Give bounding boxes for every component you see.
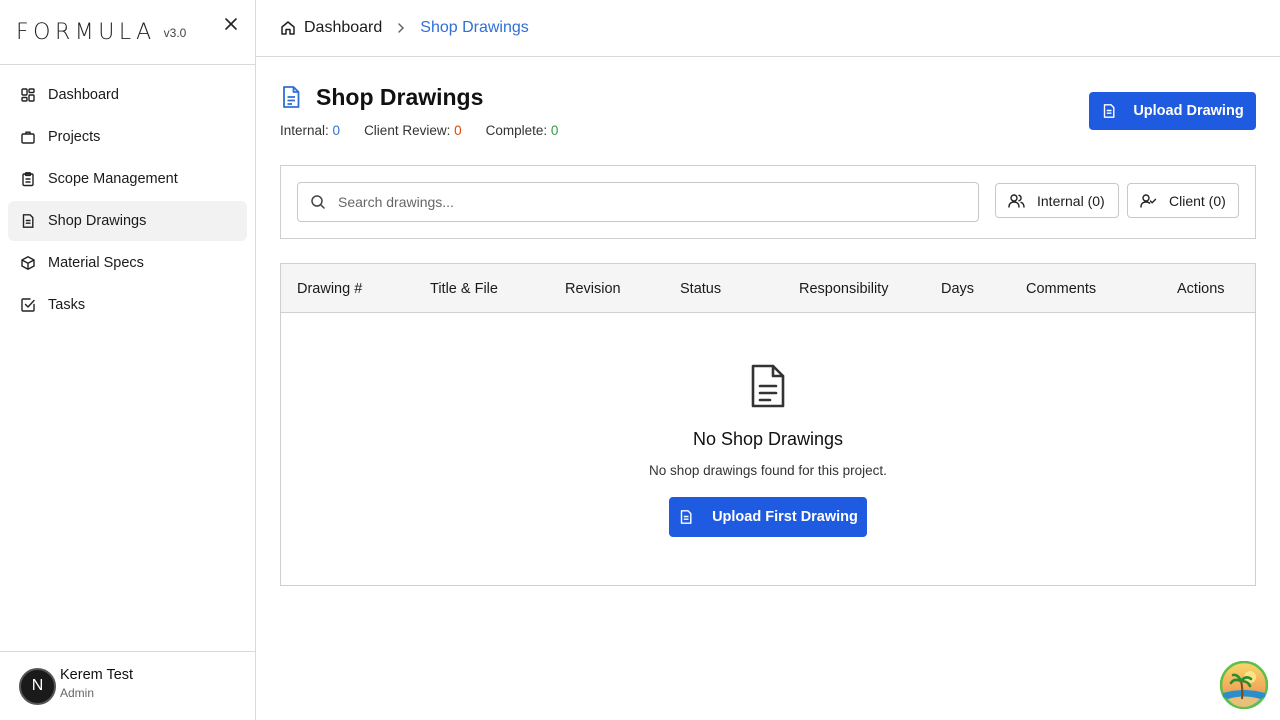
sidebar-item-material-specs[interactable]: Material Specs — [8, 243, 247, 283]
upload-drawing-button[interactable]: Upload Drawing — [1089, 92, 1256, 130]
chevron-right-icon — [396, 22, 406, 34]
column-header-revision[interactable]: Revision — [565, 264, 621, 313]
column-header-status[interactable]: Status — [680, 264, 721, 313]
upload-first-drawing-button[interactable]: Upload First Drawing — [669, 497, 867, 537]
sidebar-item-label: Projects — [48, 129, 101, 145]
grid-icon — [20, 87, 36, 103]
count-internal: Internal: 0 — [280, 123, 341, 138]
upload-first-drawing-label: Upload First Drawing — [712, 509, 858, 525]
check-square-icon — [20, 297, 36, 313]
filter-internal-label: Internal (0) — [1037, 192, 1105, 209]
upload-drawing-label: Upload Drawing — [1133, 103, 1244, 119]
count-internal-value: 0 — [332, 123, 341, 138]
table-header: Drawing # Title & File Revision Status R… — [281, 264, 1255, 313]
sidebar-item-label: Material Specs — [48, 255, 144, 271]
empty-state-subtitle: No shop drawings found for this project. — [649, 463, 887, 478]
user-name: Kerem Test — [60, 666, 134, 683]
home-icon — [281, 21, 295, 35]
search-input[interactable] — [338, 194, 938, 210]
drawings-table: Drawing # Title & File Revision Status R… — [280, 263, 1256, 586]
filter-client-button[interactable]: Client (0) — [1127, 183, 1239, 218]
sidebar-item-label: Scope Management — [48, 171, 178, 187]
sidebar-item-projects[interactable]: Projects — [8, 117, 247, 157]
sidebar-item-label: Shop Drawings — [48, 213, 147, 229]
users-icon — [1008, 193, 1025, 208]
clipboard-icon — [20, 171, 36, 187]
column-header-drawing-number[interactable]: Drawing # — [297, 264, 362, 313]
file-text-icon — [280, 85, 302, 114]
column-header-title-file[interactable]: Title & File — [430, 264, 498, 313]
sidebar-nav: Dashboard Projects Scope Management Shop… — [0, 65, 255, 325]
file-text-icon — [20, 213, 36, 229]
column-header-days[interactable]: Days — [941, 264, 974, 313]
count-client-review: Client Review: 0 — [364, 123, 462, 138]
column-header-comments[interactable]: Comments — [1026, 264, 1096, 313]
column-header-responsibility[interactable]: Responsibility — [799, 264, 888, 313]
brand-version: v3.0 — [163, 26, 187, 40]
count-complete-value: 0 — [550, 123, 559, 138]
user-profile[interactable]: N Kerem Test Admin — [0, 651, 255, 720]
sidebar-item-tasks[interactable]: Tasks — [8, 285, 247, 325]
count-complete: Complete: 0 — [485, 123, 559, 138]
breadcrumb-home-label: Dashboard — [304, 19, 383, 36]
file-text-icon — [680, 510, 692, 524]
sidebar-item-dashboard[interactable]: Dashboard — [8, 75, 247, 115]
page-title: Shop Drawings — [316, 84, 484, 110]
search-icon — [311, 195, 325, 209]
column-header-actions: Actions — [1177, 280, 1225, 297]
avatar: N — [19, 667, 56, 705]
empty-state-title: No Shop Drawings — [692, 429, 844, 449]
count-client-review-value: 0 — [454, 123, 462, 138]
breadcrumb: Dashboard Shop Drawings — [256, 0, 1280, 57]
brand-logo: FORMULA — [16, 19, 156, 45]
breadcrumb-home-link[interactable]: Dashboard — [280, 19, 382, 37]
sidebar: FORMULA v3.0 Dashboard Projects Scope Ma… — [0, 0, 256, 720]
sidebar-item-label: Tasks — [48, 297, 86, 313]
close-icon — [225, 18, 237, 30]
sidebar-item-shop-drawings[interactable]: Shop Drawings — [8, 201, 247, 241]
close-sidebar-button[interactable] — [222, 14, 240, 34]
main-content: Shop Drawings Internal: 0 Client Review:… — [280, 57, 1256, 586]
brand-header: FORMULA v3.0 — [0, 0, 255, 65]
user-check-icon — [1140, 193, 1157, 208]
filter-client-label: Client (0) — [1169, 192, 1226, 209]
sidebar-item-scope-management[interactable]: Scope Management — [8, 159, 247, 199]
assistant-button[interactable] — [1219, 660, 1269, 710]
breadcrumb-current[interactable]: Shop Drawings — [420, 19, 529, 37]
file-text-icon — [749, 363, 787, 414]
beach-avatar-icon — [1219, 660, 1269, 710]
sidebar-item-label: Dashboard — [48, 87, 119, 103]
status-counts: Internal: 0 Client Review: 0 Complete: 0 — [280, 123, 558, 138]
search-box[interactable] — [297, 182, 979, 222]
filter-internal-button[interactable]: Internal (0) — [995, 183, 1119, 218]
page-header: Shop Drawings Internal: 0 Client Review:… — [280, 57, 1256, 162]
empty-state: No Shop Drawings No shop drawings found … — [281, 313, 1255, 585]
filter-bar: Internal (0) Client (0) — [280, 165, 1256, 239]
briefcase-icon — [20, 129, 36, 145]
user-role: Admin — [60, 685, 95, 700]
box-icon — [20, 255, 36, 271]
file-text-icon — [1104, 104, 1115, 118]
